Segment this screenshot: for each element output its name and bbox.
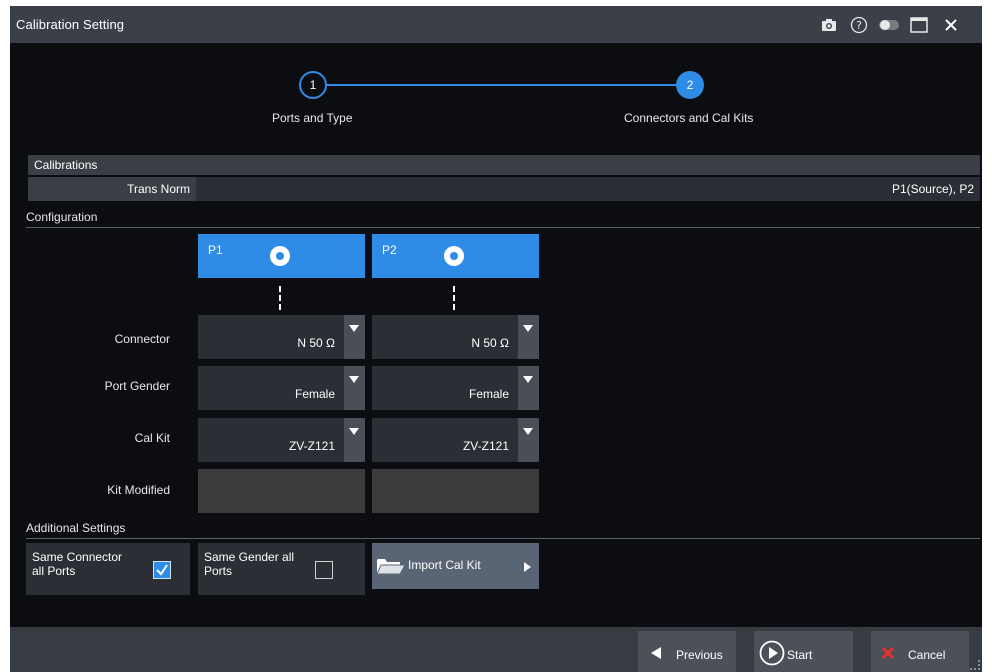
wizard-step-2-label: Connectors and Cal Kits [624,111,754,125]
p2-gender-value: Female [468,387,509,401]
additional-settings-title: Additional Settings [26,521,126,535]
port-p2-connection-line [453,286,455,310]
same-connector-checkbox[interactable] [153,561,171,579]
p1-gender-dropdown[interactable]: Female [198,366,365,410]
port-p1-connection-line [279,286,281,310]
calibration-name: Trans Norm [28,177,196,201]
connector-label: Connector [114,332,170,346]
configuration-divider [26,227,980,228]
same-gender-label-line2: Ports [204,564,233,578]
p2-kit-modified-field [372,469,539,513]
svg-text:?: ? [856,19,862,32]
same-connector-label-line1: Same Connector [32,550,123,564]
arrow-left-icon [650,647,662,662]
resize-grip-icon[interactable] [970,660,980,670]
port-p1-header[interactable]: P1 [198,234,365,278]
p2-connector-value: N 50 Ω [471,336,509,350]
port-gender-label: Port Gender [104,379,170,393]
port-p2-radio-icon[interactable] [444,246,464,266]
chevron-down-icon[interactable] [518,315,539,359]
p1-connector-dropdown[interactable]: N 50 Ω [198,315,365,359]
p1-cal-kit-value: ZV-Z121 [288,439,335,453]
same-connector-label: Same Connector all Ports [32,550,122,578]
calibrations-header-label: Calibrations [34,158,98,172]
additional-settings-divider [26,538,980,539]
p2-connector-dropdown[interactable]: N 50 Ω [372,315,539,359]
close-x-red-icon [881,646,895,663]
p1-gender-value: Female [294,387,335,401]
port-p2-header[interactable]: P2 [372,234,539,278]
port-p2-label: P2 [382,243,397,257]
start-label: Start [787,648,813,662]
close-icon[interactable] [938,12,964,38]
toggle-icon[interactable] [876,12,902,38]
same-gender-all-ports-toggle[interactable]: Same Gender all Ports [198,543,365,595]
calibrations-header: Calibrations [28,155,980,175]
calibration-ports: P1(Source), P2 [891,182,974,196]
p2-gender-dropdown[interactable]: Female [372,366,539,410]
dialog-title: Calibration Setting [16,17,125,32]
camera-icon[interactable] [816,12,842,38]
start-button[interactable]: Start [754,631,853,672]
same-gender-checkbox[interactable] [315,561,333,579]
calibration-row[interactable]: Trans Norm P1(Source), P2 [28,177,980,201]
p1-connector-value: N 50 Ω [297,336,335,350]
wizard-step-1-label: Ports and Type [272,111,353,125]
chevron-down-icon[interactable] [344,418,365,462]
p2-cal-kit-value: ZV-Z121 [462,439,509,453]
kit-modified-label: Kit Modified [107,483,170,497]
cancel-button[interactable]: Cancel [871,631,969,672]
maximize-icon[interactable] [906,12,932,38]
title-bar: Calibration Setting ? [10,6,982,43]
caret-right-icon [524,561,531,575]
import-cal-kit-button[interactable]: Import Cal Kit [372,543,539,589]
chevron-down-icon[interactable] [518,366,539,410]
wizard-step-2-indicator[interactable]: 2 [676,71,704,99]
chevron-down-icon[interactable] [518,418,539,462]
same-connector-all-ports-toggle[interactable]: Same Connector all Ports [26,543,190,595]
play-circle-icon [759,640,785,669]
chevron-down-icon[interactable] [344,366,365,410]
p1-cal-kit-dropdown[interactable]: ZV-Z121 [198,418,365,462]
same-gender-label-line1: Same Gender all [204,550,295,564]
previous-button[interactable]: Previous [638,631,736,672]
previous-label: Previous [676,648,723,662]
port-p1-label: P1 [208,243,223,257]
cal-kit-label: Cal Kit [134,431,170,445]
configuration-title: Configuration [26,210,98,224]
same-connector-label-line2: all Ports [32,564,76,578]
p1-kit-modified-field [198,469,365,513]
chevron-down-icon[interactable] [344,315,365,359]
wizard-progress-line [322,84,700,86]
cancel-label: Cancel [908,648,946,662]
p2-cal-kit-dropdown[interactable]: ZV-Z121 [372,418,539,462]
port-p1-radio-icon[interactable] [270,246,290,266]
same-gender-label: Same Gender all Ports [204,550,294,578]
folder-open-icon [376,556,406,579]
calibration-setting-dialog: Calibration Setting ? 1 2 Ports and Type… [10,6,982,672]
wizard-step-1-indicator[interactable]: 1 [299,71,327,99]
help-icon[interactable]: ? [846,12,872,38]
import-cal-kit-label: Import Cal Kit [408,558,481,572]
